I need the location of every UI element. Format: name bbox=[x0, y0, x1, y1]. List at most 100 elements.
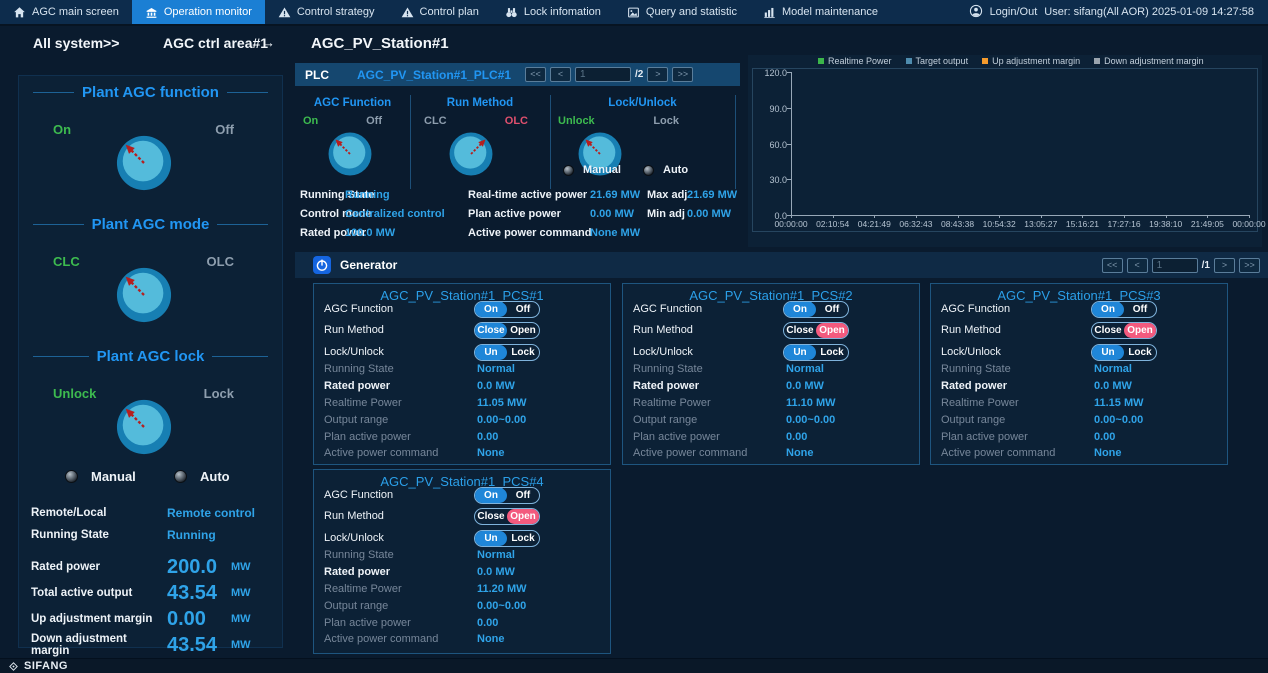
card-toggle-row: AGC FunctionOnOff bbox=[623, 302, 919, 319]
toggle-option-right[interactable]: Open bbox=[1124, 323, 1156, 338]
plant-info-value: 43.54 bbox=[167, 634, 231, 657]
toggle-option-right[interactable]: Open bbox=[507, 323, 539, 338]
card-toggle-row: Run MethodCloseOpen bbox=[314, 323, 610, 340]
toggle-run-method[interactable]: CloseOpen bbox=[474, 508, 540, 525]
toggle-option-right[interactable]: Lock bbox=[1124, 345, 1156, 360]
toggle-option-left[interactable]: On bbox=[784, 302, 816, 317]
nav-item-model-maintenance[interactable]: Model maintenance bbox=[750, 0, 891, 24]
toggle-option-left[interactable]: Close bbox=[784, 323, 816, 338]
knob-dial[interactable] bbox=[115, 134, 173, 192]
breadcrumb-ctrl-area[interactable]: AGC ctrl area#1 bbox=[163, 35, 268, 51]
knob-dial[interactable] bbox=[115, 398, 173, 456]
toggle-agc-function[interactable]: OnOff bbox=[474, 487, 540, 504]
toggle-option-right[interactable]: Off bbox=[816, 302, 848, 317]
user-area: Login/Out User: sifang(All AOR) 2025-01-… bbox=[969, 0, 1268, 24]
legend-item: Target output bbox=[906, 56, 969, 66]
manual-radio[interactable] bbox=[65, 470, 78, 483]
x-tick-mark bbox=[1249, 215, 1250, 218]
nav-item-control-strategy[interactable]: Control strategy bbox=[265, 0, 388, 24]
toggle-agc-function[interactable]: OnOff bbox=[474, 301, 540, 318]
plc-manual-radio[interactable] bbox=[563, 165, 574, 176]
section-title: Plant AGC mode bbox=[19, 216, 282, 233]
toggle-option-right[interactable]: Off bbox=[1124, 302, 1156, 317]
toggle-option-right[interactable]: Lock bbox=[816, 345, 848, 360]
y-tick-label: 60.0 bbox=[755, 140, 787, 150]
knob-dial[interactable] bbox=[115, 266, 173, 324]
toggle-option-left[interactable]: Un bbox=[475, 531, 507, 546]
toggle-option-right[interactable]: Off bbox=[507, 302, 539, 317]
plc-pager-first-button[interactable]: << bbox=[525, 67, 546, 82]
y-tick-label: 120.0 bbox=[755, 68, 787, 78]
generator-pager-page-input[interactable] bbox=[1152, 258, 1198, 273]
toggle-option-left[interactable]: Close bbox=[475, 509, 507, 524]
toggle-lock-unlock[interactable]: UnLock bbox=[474, 344, 540, 361]
toggle-option-left[interactable]: Un bbox=[475, 345, 507, 360]
plc-pager-page-input[interactable] bbox=[575, 67, 631, 82]
plc-device-name[interactable]: AGC_PV_Station#1_PLC#1 bbox=[357, 68, 511, 82]
generator-pager-prev-button[interactable]: < bbox=[1127, 258, 1148, 273]
toggle-option-left[interactable]: Close bbox=[475, 323, 507, 338]
plc-option-left: CLC bbox=[424, 115, 447, 127]
plc-pager-last-button[interactable]: >> bbox=[672, 67, 693, 82]
plc-pager-prev-button[interactable]: < bbox=[550, 67, 571, 82]
warning-icon bbox=[401, 6, 414, 19]
toggle-run-method[interactable]: CloseOpen bbox=[783, 322, 849, 339]
nav-item-operation-monitor[interactable]: Operation monitor bbox=[132, 0, 265, 24]
toggle-lock-unlock[interactable]: UnLock bbox=[1091, 344, 1157, 361]
plant-info-label: Remote/Local bbox=[31, 507, 167, 519]
generator-pager-last-button[interactable]: >> bbox=[1239, 258, 1260, 273]
toggle-option-left[interactable]: Close bbox=[1092, 323, 1124, 338]
toggle-option-right[interactable]: Lock bbox=[507, 345, 539, 360]
toggle-lock-unlock[interactable]: UnLock bbox=[474, 530, 540, 547]
toggle-option-left[interactable]: On bbox=[1092, 302, 1124, 317]
nav-item-query-and-statistic[interactable]: Query and statistic bbox=[614, 0, 750, 24]
plant-info-label: Down adjustment margin bbox=[31, 633, 167, 657]
legend-swatch bbox=[982, 58, 988, 64]
toggle-run-method[interactable]: CloseOpen bbox=[474, 322, 540, 339]
plc-option-right: Lock bbox=[653, 115, 679, 127]
card-toggle-row: AGC FunctionOnOff bbox=[931, 302, 1227, 319]
toggle-lock-unlock[interactable]: UnLock bbox=[783, 344, 849, 361]
login-out-link[interactable]: Login/Out bbox=[990, 6, 1038, 18]
breadcrumb-all-system[interactable]: All system>> bbox=[33, 35, 119, 51]
nav-item-agc-main-screen[interactable]: AGC main screen bbox=[0, 0, 132, 24]
nav-item-label: Query and statistic bbox=[646, 6, 737, 18]
toggle-option-right[interactable]: Off bbox=[507, 488, 539, 503]
nav-item-control-plan[interactable]: Control plan bbox=[388, 0, 492, 24]
user-icon bbox=[969, 4, 983, 18]
toggle-option-right[interactable]: Open bbox=[507, 509, 539, 524]
knob-dial[interactable] bbox=[448, 131, 494, 177]
plc-info-value: 0.00 MW bbox=[687, 208, 731, 220]
option-right-label: Lock bbox=[204, 386, 234, 401]
generator-pager-first-button[interactable]: << bbox=[1102, 258, 1123, 273]
toggle-agc-function[interactable]: OnOff bbox=[1091, 301, 1157, 318]
field-label: Realtime Power bbox=[324, 397, 402, 409]
knob-dial[interactable] bbox=[327, 131, 373, 177]
plc-label: PLC bbox=[305, 68, 329, 82]
card-field-row: Active power commandNone bbox=[931, 446, 1227, 463]
field-value: None bbox=[477, 447, 505, 459]
nav-item-label: Control strategy bbox=[297, 6, 375, 18]
option-right-label: OLC bbox=[207, 254, 234, 269]
toggle-option-left[interactable]: Un bbox=[1092, 345, 1124, 360]
generator-pager-next-button[interactable]: > bbox=[1214, 258, 1235, 273]
plc-auto-radio[interactable] bbox=[643, 165, 654, 176]
toggle-option-right[interactable]: Lock bbox=[507, 531, 539, 546]
auto-radio[interactable] bbox=[174, 470, 187, 483]
x-tick-mark bbox=[874, 215, 875, 218]
plc-pager-next-button[interactable]: > bbox=[647, 67, 668, 82]
toggle-option-left[interactable]: Un bbox=[784, 345, 816, 360]
toggle-option-right[interactable]: Open bbox=[816, 323, 848, 338]
field-label: Plan active power bbox=[941, 431, 1028, 443]
plant-info-value: 200.0 bbox=[167, 556, 231, 579]
nav-item-label: AGC main screen bbox=[32, 6, 119, 18]
toggle-option-left[interactable]: On bbox=[475, 488, 507, 503]
field-value: 0.00~0.00 bbox=[786, 414, 835, 426]
card-title: AGC_PV_Station#1_PCS#2 bbox=[623, 288, 919, 303]
toggle-option-left[interactable]: On bbox=[475, 302, 507, 317]
toggle-agc-function[interactable]: OnOff bbox=[783, 301, 849, 318]
x-tick-label: 06:32:43 bbox=[899, 219, 932, 229]
plc-info-value: 100.0 MW bbox=[345, 227, 395, 239]
nav-item-lock-infomation[interactable]: Lock infomation bbox=[492, 0, 614, 24]
toggle-run-method[interactable]: CloseOpen bbox=[1091, 322, 1157, 339]
